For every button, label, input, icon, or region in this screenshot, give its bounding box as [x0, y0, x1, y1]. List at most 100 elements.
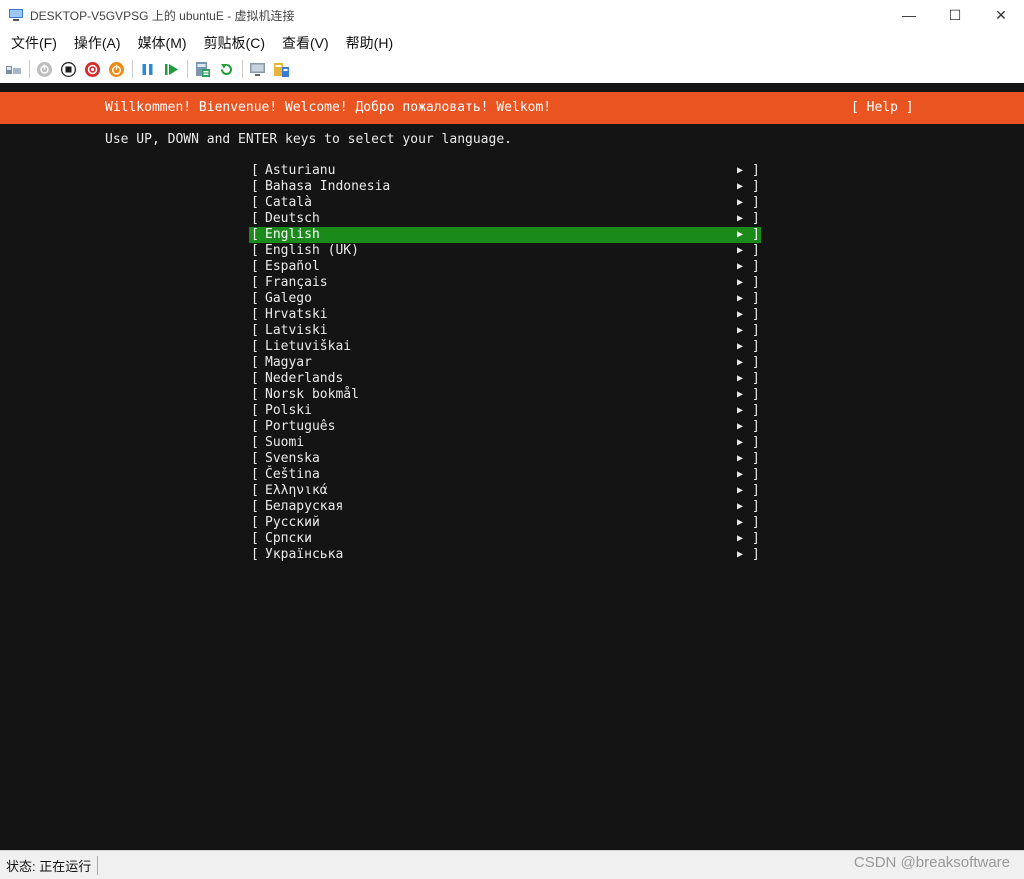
language-option[interactable]: [Polski ▶] [249, 403, 761, 419]
language-label: Polski [265, 403, 312, 418]
language-option[interactable]: [Suomi ▶] [249, 435, 761, 451]
bracket-open: [ [251, 227, 259, 242]
language-option[interactable]: [Čeština ▶] [249, 467, 761, 483]
toolbar [0, 56, 1024, 82]
language-option[interactable]: [Deutsch ▶] [249, 211, 761, 227]
language-option[interactable]: [Português ▶] [249, 419, 761, 435]
bracket-open: [ [251, 211, 259, 226]
language-label: English [265, 227, 320, 242]
menu-media[interactable]: 媒体(M) [138, 33, 198, 53]
checkpoint-icon[interactable] [194, 61, 211, 78]
bracket-close: ] [752, 483, 760, 498]
language-option[interactable]: [ English ▶] [249, 227, 761, 243]
language-label: Русский [265, 515, 320, 530]
turn-off-icon[interactable] [60, 61, 77, 78]
bracket-open: [ [251, 179, 259, 194]
share-icon[interactable] [273, 61, 290, 78]
close-button[interactable]: ✕ [978, 0, 1024, 30]
language-list: [Asturianu ▶] [Bahasa Indonesia ▶] [Català ▶]… [249, 163, 761, 563]
start-icon[interactable] [36, 61, 53, 78]
ctrl-alt-del-icon[interactable] [5, 61, 22, 78]
bracket-close: ] [752, 227, 760, 242]
language-label: Asturianu [265, 163, 336, 178]
language-option[interactable]: [Українська ▶] [249, 547, 761, 563]
language-option[interactable]: [Català ▶] [249, 195, 761, 211]
language-label: Català [265, 195, 312, 210]
enhanced-session-icon[interactable] [249, 61, 266, 78]
language-label: Português [265, 419, 336, 434]
submenu-arrow-icon: ▶ [737, 293, 744, 304]
bracket-close: ] [752, 259, 760, 274]
language-label: Norsk bokmål [265, 387, 359, 402]
bracket-close: ] [752, 339, 760, 354]
language-option[interactable]: [Galego ▶] [249, 291, 761, 307]
language-option[interactable]: [Nederlands ▶] [249, 371, 761, 387]
menu-help[interactable]: 帮助(H) [346, 33, 404, 53]
submenu-arrow-icon: ▶ [737, 213, 744, 224]
submenu-arrow-icon: ▶ [737, 261, 744, 272]
language-option[interactable]: [Русский ▶] [249, 515, 761, 531]
bracket-open: [ [251, 355, 259, 370]
menu-view[interactable]: 查看(V) [282, 33, 340, 53]
revert-icon[interactable] [218, 61, 235, 78]
bracket-open: [ [251, 403, 259, 418]
language-option[interactable]: [Српски ▶] [249, 531, 761, 547]
shutdown-icon[interactable] [84, 61, 101, 78]
bracket-close: ] [752, 467, 760, 482]
language-option[interactable]: [Asturianu ▶] [249, 163, 761, 179]
language-label: Беларуская [265, 499, 344, 514]
save-icon[interactable] [108, 61, 125, 78]
language-option[interactable]: [Norsk bokmål ▶] [249, 387, 761, 403]
status-label: 状态: 正在运行 [6, 855, 99, 875]
help-button[interactable]: [ Help ] [851, 100, 914, 115]
window-controls: — ☐ ✕ [886, 0, 1024, 30]
language-instruction: Use UP, DOWN and ENTER keys to select yo… [105, 132, 512, 147]
language-option[interactable]: [Беларуская ▶] [249, 499, 761, 515]
language-label: Magyar [265, 355, 312, 370]
language-label: Српски [265, 531, 312, 546]
submenu-arrow-icon: ▶ [737, 325, 744, 336]
bracket-close: ] [752, 179, 760, 194]
menu-action[interactable]: 操作(A) [74, 33, 132, 53]
language-option[interactable]: [Lietuviškai ▶] [249, 339, 761, 355]
submenu-arrow-icon: ▶ [737, 245, 744, 256]
language-label: Lietuviškai [265, 339, 352, 354]
submenu-arrow-icon: ▶ [737, 165, 744, 176]
bracket-open: [ [251, 483, 259, 498]
menu-clipboard[interactable]: 剪贴板(C) [204, 33, 276, 53]
language-label: Bahasa Indonesia [265, 179, 391, 194]
maximize-button[interactable]: ☐ [932, 0, 978, 30]
language-option[interactable]: [Latviski ▶] [249, 323, 761, 339]
vm-connect-icon [8, 7, 24, 23]
language-option[interactable]: [Français ▶] [249, 275, 761, 291]
submenu-arrow-icon: ▶ [737, 229, 744, 240]
resume-icon[interactable] [163, 61, 180, 78]
minimize-button[interactable]: — [886, 0, 932, 30]
pause-icon[interactable] [139, 61, 156, 78]
bracket-open: [ [251, 531, 259, 546]
language-option[interactable]: [Magyar ▶] [249, 355, 761, 371]
bracket-open: [ [251, 451, 259, 466]
bracket-open: [ [251, 419, 259, 434]
language-option[interactable]: [Hrvatski ▶] [249, 307, 761, 323]
language-option[interactable]: [ Español ▶] [249, 259, 761, 275]
language-option[interactable]: [Ελληνικά ▶] [249, 483, 761, 499]
bracket-open: [ [251, 467, 259, 482]
submenu-arrow-icon: ▶ [737, 341, 744, 352]
language-option[interactable]: [Bahasa Indonesia ▶] [249, 179, 761, 195]
bracket-open: [ [251, 307, 259, 322]
bracket-close: ] [752, 387, 760, 402]
vm-console[interactable]: Willkommen! Bienvenue! Welcome! Добро по… [0, 83, 1024, 850]
language-option[interactable]: [Svenska ▶] [249, 451, 761, 467]
bracket-open: [ [251, 259, 259, 274]
bracket-open: [ [251, 163, 259, 178]
bracket-open: [ [251, 243, 259, 258]
title-bar: DESKTOP-V5GVPSG 上的 ubuntuE - 虚拟机连接 — ☐ ✕ [0, 0, 1024, 30]
bracket-open: [ [251, 515, 259, 530]
menu-file[interactable]: 文件(F) [11, 33, 68, 53]
bracket-close: ] [752, 403, 760, 418]
language-option[interactable]: [English (UK) ▶] [249, 243, 761, 259]
submenu-arrow-icon: ▶ [737, 517, 744, 528]
language-label: Español [265, 259, 320, 274]
submenu-arrow-icon: ▶ [737, 437, 744, 448]
